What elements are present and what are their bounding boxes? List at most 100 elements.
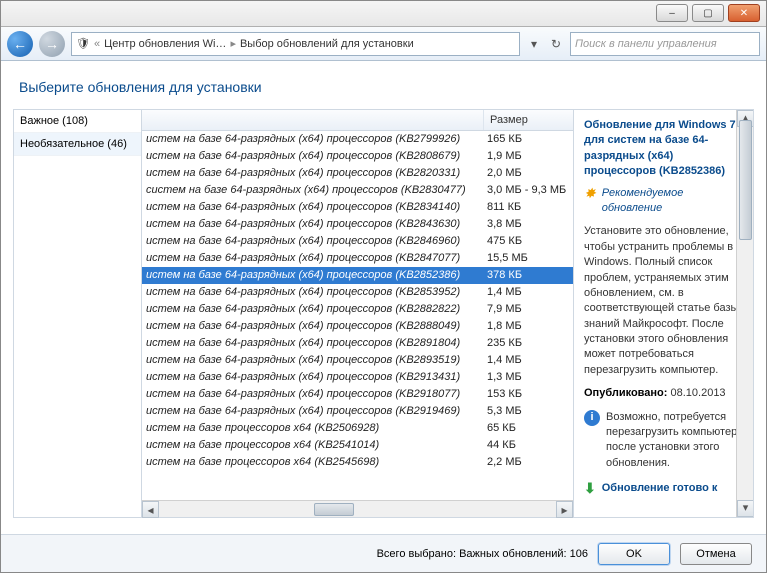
update-row[interactable]: истем на базе 64-разрядных (x64) процесс… [142, 352, 573, 369]
update-size: 1,8 МБ [483, 318, 573, 335]
update-name: истем на базе 64-разрядных (x64) процесс… [142, 386, 483, 403]
download-ready: ⬇ Обновление готово к [584, 481, 743, 496]
update-size: 378 КБ [483, 267, 573, 284]
update-size: 811 КБ [483, 199, 573, 216]
update-row[interactable]: истем на базе 64-разрядных (x64) процесс… [142, 250, 573, 267]
info-icon: i [584, 410, 600, 426]
update-size: 65 КБ [483, 420, 573, 437]
selection-summary: Всего выбрано: Важных обновлений: 106 [377, 548, 588, 560]
horizontal-scrollbar[interactable]: ◂ ▸ [142, 500, 573, 517]
update-name: истем на базе процессоров x64 (KB2541014… [142, 437, 483, 454]
update-name: истем на базе 64-разрядных (x64) процесс… [142, 165, 483, 182]
update-name: истем на базе 64-разрядных (x64) процесс… [142, 335, 483, 352]
update-size: 1,4 МБ [483, 284, 573, 301]
back-button[interactable]: ← [7, 31, 33, 57]
restart-text: Возможно, потребуется перезагрузить комп… [606, 410, 743, 472]
search-input[interactable]: Поиск в панели управления [570, 32, 760, 56]
update-name: истем на базе 64-разрядных (x64) процесс… [142, 403, 483, 420]
sidebar-item-optional[interactable]: Необязательное (46) [14, 133, 141, 156]
update-row[interactable]: систем на базе 64-разрядных (x64) процес… [142, 182, 573, 199]
update-row[interactable]: истем на базе 64-разрядных (x64) процесс… [142, 318, 573, 335]
update-row[interactable]: истем на базе 64-разрядных (x64) процесс… [142, 216, 573, 233]
update-size: 3,8 МБ [483, 216, 573, 233]
navigation-toolbar: ← → 🛡 « Центр обновления Wi… ▸ Выбор обн… [1, 27, 766, 61]
update-row[interactable]: истем на базе процессоров x64 (KB2506928… [142, 420, 573, 437]
sidebar-item-important[interactable]: Важное (108) [14, 110, 141, 133]
address-bar[interactable]: 🛡 « Центр обновления Wi… ▸ Выбор обновле… [71, 32, 520, 56]
update-row[interactable]: истем на базе процессоров x64 (KB2541014… [142, 437, 573, 454]
search-placeholder: Поиск в панели управления [575, 38, 717, 50]
update-size: 5,3 МБ [483, 403, 573, 420]
update-name: истем на базе 64-разрядных (x64) процесс… [142, 301, 483, 318]
scroll-left-button[interactable]: ◂ [142, 501, 159, 518]
update-name: систем на базе 64-разрядных (x64) процес… [142, 182, 483, 199]
refresh-button[interactable]: ↻ [548, 37, 564, 51]
update-size: 2,0 МБ [483, 165, 573, 182]
update-name: истем на базе процессоров x64 (KB2506928… [142, 420, 483, 437]
update-title: Обновление для Windows 7 для систем на б… [584, 118, 743, 180]
published-line: Опубликовано: 08.10.2013 [584, 386, 743, 401]
update-size: 7,9 МБ [483, 301, 573, 318]
update-size: 475 КБ [483, 233, 573, 250]
update-size: 1,4 МБ [483, 352, 573, 369]
update-row[interactable]: истем на базе 64-разрядных (x64) процесс… [142, 165, 573, 182]
update-row[interactable]: истем на базе 64-разрядных (x64) процесс… [142, 199, 573, 216]
update-size: 1,3 МБ [483, 369, 573, 386]
update-name: истем на базе 64-разрядных (x64) процесс… [142, 284, 483, 301]
column-header-name[interactable] [142, 110, 483, 130]
breadcrumb-part-2[interactable]: Выбор обновлений для установки [240, 38, 414, 50]
forward-button[interactable]: → [39, 31, 65, 57]
recommended-label: ✸ Рекомендуемое обновление [584, 186, 743, 217]
minimize-button[interactable]: – [656, 4, 688, 22]
address-dropdown-button[interactable]: ▾ [526, 37, 542, 51]
updates-list[interactable]: истем на базе 64-разрядных (x64) процесс… [142, 131, 573, 500]
content-area: Выберите обновления для установки Важное… [1, 61, 766, 534]
cancel-button[interactable]: Отмена [680, 543, 752, 565]
update-size: 1,9 МБ [483, 148, 573, 165]
star-icon: ✸ [584, 186, 596, 200]
page-title: Выберите обновления для установки [19, 79, 754, 95]
close-button[interactable]: ✕ [728, 4, 760, 22]
update-row[interactable]: истем на базе 64-разрядных (x64) процесс… [142, 335, 573, 352]
update-row[interactable]: истем на базе 64-разрядных (x64) процесс… [142, 369, 573, 386]
update-row[interactable]: истем на базе 64-разрядных (x64) процесс… [142, 284, 573, 301]
breadcrumb-sep-icon: « [94, 38, 100, 50]
update-name: истем на базе 64-разрядных (x64) процесс… [142, 267, 483, 284]
download-ready-text: Обновление готово к [602, 481, 718, 496]
details-pane: Обновление для Windows 7 для систем на б… [573, 110, 753, 517]
published-label: Опубликовано: [584, 387, 667, 399]
update-row[interactable]: истем на базе 64-разрядных (x64) процесс… [142, 148, 573, 165]
download-icon: ⬇ [584, 481, 596, 495]
update-name: истем на базе 64-разрядных (x64) процесс… [142, 216, 483, 233]
control-panel-icon: 🛡 [76, 37, 90, 50]
updates-list-panel: Размер истем на базе 64-разрядных (x64) … [142, 110, 573, 517]
update-size: 15,5 МБ [483, 250, 573, 267]
category-sidebar: Важное (108) Необязательное (46) [14, 110, 142, 517]
main-layout: Важное (108) Необязательное (46) Размер … [13, 109, 754, 518]
dialog-footer: Всего выбрано: Важных обновлений: 106 OK… [1, 534, 766, 572]
update-size: 44 КБ [483, 437, 573, 454]
update-row[interactable]: истем на базе процессоров x64 (KB2545698… [142, 454, 573, 471]
update-row[interactable]: истем на базе 64-разрядных (x64) процесс… [142, 131, 573, 148]
recommended-text: Рекомендуемое обновление [602, 186, 743, 217]
update-row[interactable]: истем на базе 64-разрядных (x64) процесс… [142, 386, 573, 403]
column-header-size[interactable]: Размер [483, 110, 573, 130]
update-name: истем на базе 64-разрядных (x64) процесс… [142, 369, 483, 386]
vscroll-thumb[interactable] [739, 120, 752, 240]
update-row[interactable]: истем на базе 64-разрядных (x64) процесс… [142, 233, 573, 250]
maximize-button[interactable]: ▢ [692, 4, 724, 22]
scroll-down-button[interactable]: ▾ [737, 500, 753, 517]
vertical-scrollbar[interactable]: ▴ ▾ [736, 110, 753, 517]
breadcrumb-part-1[interactable]: Центр обновления Wi… [104, 38, 226, 50]
update-row[interactable]: истем на базе 64-разрядных (x64) процесс… [142, 403, 573, 420]
scroll-right-button[interactable]: ▸ [556, 501, 573, 518]
update-name: истем на базе 64-разрядных (x64) процесс… [142, 250, 483, 267]
update-row[interactable]: истем на базе 64-разрядных (x64) процесс… [142, 267, 573, 284]
update-name: истем на базе 64-разрядных (x64) процесс… [142, 233, 483, 250]
update-size: 3,0 МБ - 9,3 МБ [483, 182, 573, 199]
update-row[interactable]: истем на базе 64-разрядных (x64) процесс… [142, 301, 573, 318]
ok-button[interactable]: OK [598, 543, 670, 565]
column-header-row: Размер [142, 110, 573, 131]
hscroll-thumb[interactable] [314, 503, 354, 516]
update-name: истем на базе 64-разрядных (x64) процесс… [142, 131, 483, 148]
